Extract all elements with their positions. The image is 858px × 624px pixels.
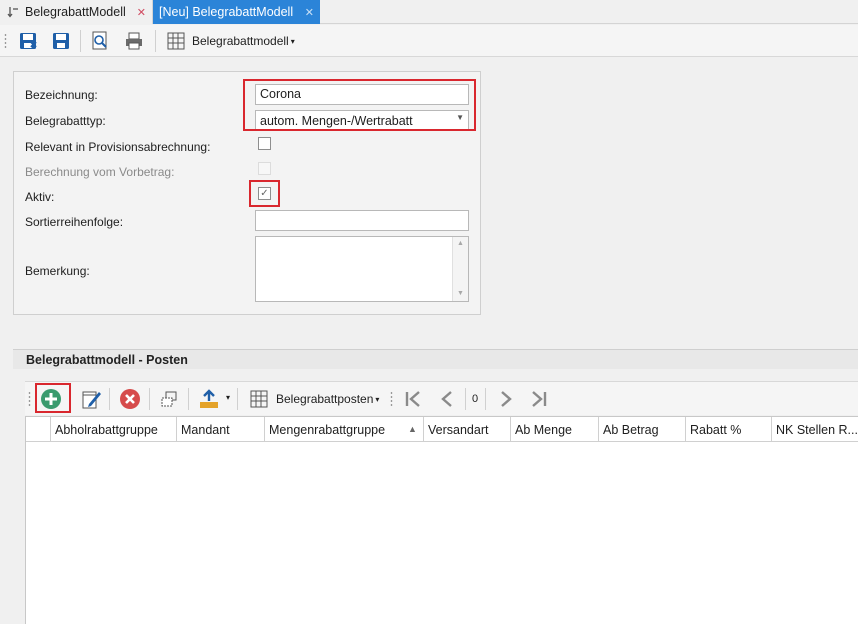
belegrabatttyp-label: Belegrabatttyp: <box>25 114 106 128</box>
posten-grid[interactable]: Abholrabattgruppe Mandant Mengenrabattgr… <box>25 416 858 624</box>
next-page-button[interactable] <box>494 387 518 411</box>
tab-belegrabattmodell[interactable]: BelegrabattModell ✕ <box>0 0 153 24</box>
toolbar-grip[interactable] <box>4 33 7 49</box>
previous-page-button[interactable] <box>435 387 459 411</box>
delete-button[interactable] <box>118 387 142 411</box>
save-icon <box>53 33 69 49</box>
aktiv-label: Aktiv: <box>25 190 55 204</box>
copy-icon <box>161 391 177 407</box>
copy-button[interactable] <box>157 387 181 411</box>
provision-checkbox[interactable] <box>258 137 271 150</box>
column-header[interactable]: NK Stellen R... <box>771 417 858 442</box>
edit-icon <box>82 391 101 409</box>
save-button[interactable] <box>49 29 73 53</box>
highlight-box <box>35 383 71 413</box>
column-header[interactable]: Rabatt % <box>685 417 771 442</box>
page-number: 0 <box>472 393 479 405</box>
highlight-box <box>249 180 280 207</box>
print-preview-icon <box>92 31 107 50</box>
posten-section-title: Belegrabattmodell - Posten <box>13 349 858 369</box>
save-close-button[interactable] <box>16 29 40 53</box>
column-header[interactable]: Ab Betrag <box>598 417 685 442</box>
sortierreihenfolge-label: Sortierreihenfolge: <box>25 215 124 229</box>
caret-down-icon: ▾ <box>375 394 380 404</box>
chevron-right-icon <box>501 391 512 407</box>
chevron-left-icon <box>441 391 452 407</box>
edit-button[interactable] <box>79 387 103 411</box>
caret-down-icon: ▾ <box>290 36 295 46</box>
vorbetrag-label: Berechnung vom Vorbetrag: <box>25 165 175 179</box>
sortierreihenfolge-input[interactable] <box>255 210 469 231</box>
scroll-up-icon[interactable]: ▲ <box>453 237 468 251</box>
tab-label: [Neu] BelegrabattModell <box>159 5 294 19</box>
last-page-button[interactable] <box>527 387 551 411</box>
main-toolbar: Belegrabattmodell ▾ <box>0 25 858 57</box>
export-icon <box>200 389 218 408</box>
bemerkung-label: Bemerkung: <box>25 264 90 278</box>
bemerkung-textarea[interactable]: ▲ ▼ <box>255 236 469 302</box>
close-icon[interactable]: ✕ <box>137 6 146 19</box>
tab-bar: BelegrabattModell ✕ [Neu] BelegrabattMod… <box>0 0 858 24</box>
grid-icon <box>250 390 268 408</box>
last-page-icon <box>532 391 547 407</box>
toolbar-grip[interactable] <box>28 391 31 407</box>
column-header[interactable]: Abholrabattgruppe <box>50 417 176 442</box>
column-header[interactable]: Ab Menge <box>510 417 598 442</box>
vertical-scrollbar[interactable]: ▲ ▼ <box>452 237 468 301</box>
grid-header: Abholrabattgruppe Mandant Mengenrabattgr… <box>26 417 858 442</box>
column-header[interactable]: Mandant <box>176 417 264 442</box>
grid-menu-dropdown[interactable]: Belegrabattmodell ▾ <box>192 34 295 48</box>
posten-toolbar: ▾ Belegrabattposten ▾ 0 <box>25 381 858 415</box>
bezeichnung-label: Bezeichnung: <box>25 88 98 102</box>
toolbar-grip[interactable] <box>390 391 393 407</box>
delete-icon <box>120 389 140 409</box>
grid-icon-button[interactable] <box>247 387 271 411</box>
first-page-icon <box>405 391 420 407</box>
export-button[interactable] <box>197 387 221 411</box>
tab-neu-belegrabattmodell[interactable]: [Neu] BelegrabattModell ✕ <box>153 0 320 24</box>
save-close-icon <box>20 33 37 49</box>
print-button[interactable] <box>122 29 146 53</box>
caret-down-icon[interactable]: ▾ <box>226 393 230 402</box>
printer-icon <box>126 32 142 50</box>
provision-label: Relevant in Provisionsabrechnung: <box>25 140 211 154</box>
highlight-box <box>243 79 476 131</box>
tab-label: BelegrabattModell <box>25 5 126 19</box>
posten-grid-menu-dropdown[interactable]: Belegrabattposten ▾ <box>276 392 379 406</box>
column-header[interactable]: Versandart <box>423 417 510 442</box>
first-page-button[interactable] <box>401 387 425 411</box>
preview-button[interactable] <box>88 29 112 53</box>
close-icon[interactable]: ✕ <box>305 6 314 19</box>
grid-icon-button[interactable] <box>164 29 188 53</box>
vorbetrag-checkbox <box>258 162 271 175</box>
sort-ascending-icon: ▲ <box>408 424 417 434</box>
arrow-down-icon <box>6 5 20 19</box>
scroll-down-icon[interactable]: ▼ <box>453 287 468 301</box>
grid-icon <box>167 32 185 50</box>
column-header[interactable]: Mengenrabattgruppe <box>264 417 423 442</box>
